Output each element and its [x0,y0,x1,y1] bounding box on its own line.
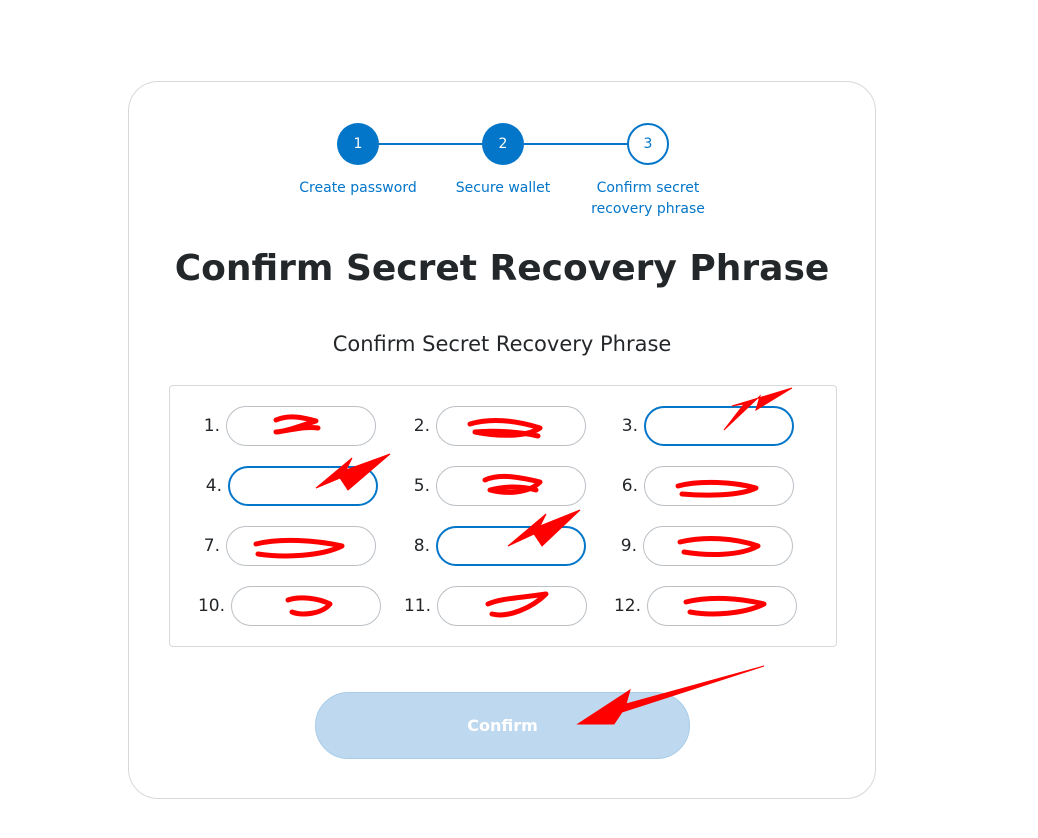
step-3-label-line1: Confirm secret [596,180,700,196]
step-3-number: 3 [643,136,653,152]
word-input-3[interactable] [644,406,794,446]
word-item-12: 12. [603,586,797,626]
word-item-1: 1. [182,406,376,446]
word-input-12[interactable] [647,586,797,626]
word-input-1[interactable] [226,406,376,446]
word-number: 5. [413,476,430,496]
step-3-label: Confirm secret recovery phrase [578,178,718,220]
word-input-9[interactable] [643,526,793,566]
word-item-8: 8. [392,526,586,566]
word-number: 4. [205,476,222,496]
word-number: 11. [403,596,431,616]
step-1-number: 1 [353,136,363,152]
word-item-4: 4. [184,466,378,506]
word-item-2: 2. [392,406,586,446]
recovery-phrase-grid: 1. 2. 3. 4. 5. 6. 7. 8. 9. 10. 11. 12. [169,385,837,647]
step-connector-2-3 [524,143,628,145]
progress-stepper: 1 2 3 Create password Secure wallet Conf… [129,82,875,232]
step-1-indicator: 1 [337,123,379,165]
word-number: 3. [621,416,638,436]
word-input-6[interactable] [644,466,794,506]
word-item-11: 11. [393,586,587,626]
word-item-9: 9. [599,526,793,566]
onboarding-card: 1 2 3 Create password Secure wallet Conf… [128,81,876,799]
word-item-5: 5. [392,466,586,506]
step-3-indicator: 3 [627,123,669,165]
word-number: 7. [203,536,220,556]
step-3-label-line2: recovery phrase [591,201,705,217]
step-2-number: 2 [498,136,508,152]
word-number: 1. [203,416,220,436]
word-number: 2. [413,416,430,436]
word-input-2[interactable] [436,406,586,446]
word-item-7: 7. [182,526,376,566]
step-2-label: Secure wallet [433,178,573,199]
step-connector-1-2 [379,143,483,145]
word-number: 10. [197,596,225,616]
word-input-11[interactable] [437,586,587,626]
word-input-7[interactable] [226,526,376,566]
word-item-6: 6. [600,466,794,506]
word-item-10: 10. [187,586,381,626]
step-1-label-line1: Create password [299,180,417,196]
word-number: 6. [621,476,638,496]
section-subtitle: Confirm Secret Recovery Phrase [332,332,672,356]
word-number: 9. [620,536,637,556]
word-input-5[interactable] [436,466,586,506]
word-item-3: 3. [600,406,794,446]
step-1-label: Create password [288,178,428,199]
word-number: 8. [413,536,430,556]
step-2-label-line1: Secure wallet [455,180,551,196]
word-number: 12. [613,596,641,616]
word-input-10[interactable] [231,586,381,626]
word-input-8[interactable] [436,526,586,566]
word-input-4[interactable] [228,466,378,506]
step-2-indicator: 2 [482,123,524,165]
confirm-button[interactable]: Confirm [315,692,690,759]
page-title: Confirm Secret Recovery Phrase [174,248,830,289]
